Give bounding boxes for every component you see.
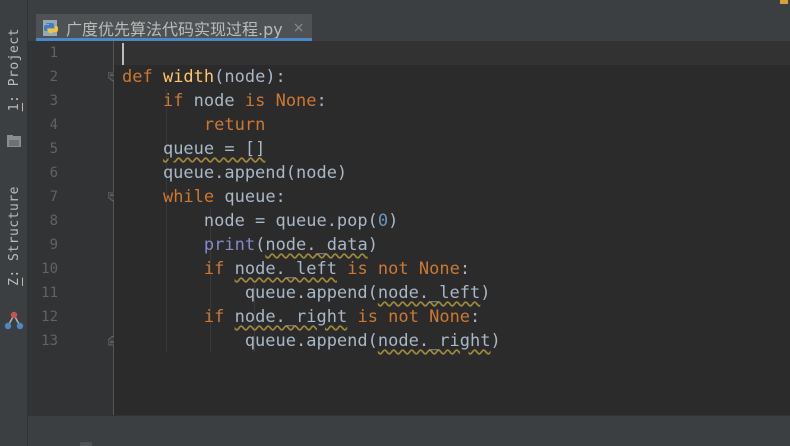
project-tool-tab[interactable]: 1: Project: [0, 28, 28, 111]
line-number: 11: [41, 285, 58, 301]
code-line[interactable]: if node._right is not None:: [122, 305, 480, 329]
code-token: queue = []: [162, 139, 266, 159]
code-token: node._left: [377, 283, 481, 303]
text-caret: [122, 43, 124, 65]
code-token: node = queue.pop(: [122, 211, 378, 231]
code-token: node._right: [234, 307, 348, 327]
code-token: while: [162, 187, 225, 207]
code-token: is: [244, 91, 276, 111]
code-token: None: [275, 91, 317, 111]
project-tool-label: 1: Project: [6, 28, 22, 112]
line-number: 10: [41, 261, 58, 277]
code-token: node: [193, 91, 245, 111]
tool-window-strip: 1: Project Z: Structure: [0, 0, 28, 446]
code-token: queue.append(: [122, 331, 378, 351]
code-token: :: [470, 307, 481, 327]
code-token: is not None: [357, 307, 471, 327]
code-line[interactable]: queue = []: [122, 137, 265, 161]
python-file-icon: [43, 19, 58, 36]
line-number: 1: [49, 45, 58, 61]
code-token: if: [203, 259, 235, 279]
code-line[interactable]: node = queue.pop(0): [122, 209, 399, 233]
line-number: 3: [49, 93, 58, 109]
code-token: ): [388, 211, 399, 231]
current-line-highlight: [114, 41, 790, 65]
structure-tool-label: Z: Structure: [6, 186, 22, 286]
code-token: ): [490, 331, 501, 351]
code-line[interactable]: if node._left is not None:: [122, 257, 470, 281]
code-line[interactable]: print(node._data): [122, 233, 378, 257]
bottom-panel-bar: [28, 415, 790, 446]
code-token: (node):: [214, 67, 286, 87]
structure-tool-tab[interactable]: Z: Structure: [0, 186, 28, 286]
close-icon[interactable]: ×: [293, 20, 305, 36]
code-token: queue.append(: [122, 283, 378, 303]
code-token: (: [255, 235, 266, 255]
code-line[interactable]: while queue:: [122, 185, 286, 209]
structure-icon[interactable]: [4, 310, 24, 332]
line-number: 8: [49, 213, 58, 229]
bottom-tab-marker: [80, 442, 92, 446]
code-token: return: [203, 115, 266, 135]
code-token: node._right: [377, 331, 491, 351]
editor-tab-title: 广度优先算法代码实现过程.py: [66, 19, 283, 39]
code-line[interactable]: queue.append(node._right): [122, 329, 501, 353]
code-token: width: [162, 67, 215, 87]
code-token: if: [162, 91, 194, 111]
code-line[interactable]: if node is None:: [122, 89, 327, 113]
code-token: print: [203, 235, 256, 255]
code-line[interactable]: queue.append(node): [122, 161, 347, 185]
line-number: 6: [49, 165, 58, 181]
line-number: 2: [49, 69, 58, 85]
folder-icon[interactable]: [6, 134, 22, 148]
code-token: ): [480, 283, 491, 303]
code-line[interactable]: queue.append(node._left): [122, 281, 491, 305]
code-token: if: [203, 307, 235, 327]
code-token: node._data: [265, 235, 368, 255]
code-token: :: [459, 259, 471, 279]
code-token: def: [122, 67, 163, 87]
code-line[interactable]: return: [122, 113, 265, 137]
code-token: node._left: [234, 259, 337, 279]
line-number-gutter[interactable]: 1 2 3 4 5 6 7 8 9 10 11 12 13: [28, 41, 117, 415]
notification-marker: [780, 0, 788, 4]
line-number: 7: [49, 189, 58, 205]
code-token: ): [367, 235, 378, 255]
line-number: 12: [41, 309, 58, 325]
code-token: queue.append(node): [122, 163, 348, 183]
code-line[interactable]: def width(node):: [122, 65, 286, 89]
code-token: 0: [377, 211, 389, 231]
code-token: :: [316, 91, 327, 111]
line-number: 13: [41, 333, 58, 349]
line-number: 4: [49, 117, 58, 133]
line-number: 9: [49, 237, 58, 253]
code-editor[interactable]: def width(node): if node is None: return…: [114, 41, 790, 415]
line-number: 5: [49, 141, 58, 157]
code-token: queue:: [224, 187, 286, 207]
code-token: is not None: [347, 259, 460, 279]
editor-tab[interactable]: 广度优先算法代码实现过程.py ×: [36, 14, 313, 41]
editor-tab-bar: 广度优先算法代码实现过程.py ×: [28, 0, 790, 41]
